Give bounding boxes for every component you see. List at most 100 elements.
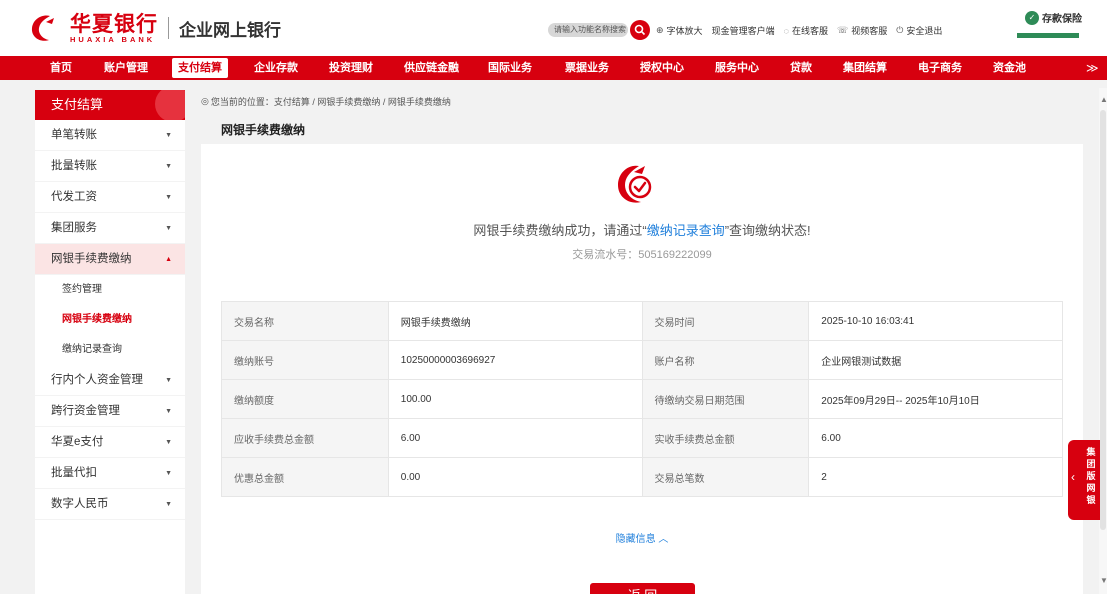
detail-value: 6.00 [808, 418, 1063, 458]
sidebar-item-personal-fund[interactable]: 行内个人资金管理 ▼ [35, 365, 185, 396]
caret-down-icon: ▼ [165, 194, 172, 201]
sidebar-item-label: 批量转账 [51, 160, 97, 172]
nav-ecommerce[interactable]: 电子商务 [918, 56, 962, 80]
sidebar-title-decoration [155, 90, 185, 120]
table-row: 缴纳账号 10250000003696927 账户名称 企业网银测试数据 [221, 340, 1063, 380]
scroll-down-icon[interactable]: ▼ [1100, 576, 1107, 585]
deposit-insurance-label: 存款保险 [1042, 14, 1082, 25]
top-links: ⊕ 字体放大 现金管理客户端 ◌ 在线客服 ☏ 视频客服 ⏻ 安全退出 [656, 24, 951, 37]
sidebar-subitem-payment-records[interactable]: 缴纳记录查询 [35, 335, 185, 365]
sidebar-item-group-service[interactable]: 集团服务 ▼ [35, 213, 185, 244]
breadcrumb-path[interactable]: 支付结算 / 网银手续费缴纳 / 网银手续费缴纳 [274, 95, 451, 108]
sidebar-item-label: 跨行资金管理 [51, 405, 120, 417]
sidebar-item-interbank-fund[interactable]: 跨行资金管理 ▼ [35, 396, 185, 427]
back-button[interactable]: 返 回 [590, 583, 695, 594]
chat-icon: ◌ [783, 25, 789, 36]
chevron-left-icon: ‹ [1071, 470, 1075, 484]
logo-en-text: HUAXIA BANK [70, 34, 156, 44]
bank-logo[interactable]: 华夏银行 HUAXIA BANK 企业网上银行 [28, 8, 281, 48]
nav-account[interactable]: 账户管理 [104, 56, 148, 80]
sidebar-item-ebank-fee[interactable]: 网银手续费缴纳 ▲ [35, 244, 185, 275]
font-zoom-link[interactable]: ⊕ 字体放大 [656, 24, 703, 37]
detail-value: 2025-10-10 16:03:41 [808, 301, 1063, 341]
sidebar-item-batch-transfer[interactable]: 批量转账 ▼ [35, 151, 185, 182]
location-pin-icon: ◎ [201, 96, 209, 106]
online-service-link[interactable]: ◌ 在线客服 [784, 24, 828, 37]
bank-logo-icon [31, 15, 54, 41]
sidebar: 支付结算 单笔转账 ▼ 批量转账 ▼ 代发工资 ▼ 集团服务 ▼ 网银手续费缴纳 ▲ 签约… [35, 90, 185, 594]
logo-cn-text: 华夏银行 [70, 10, 158, 36]
detail-value: 2 [808, 457, 1063, 497]
nav-loan[interactable]: 贷款 [790, 56, 812, 80]
sidebar-item-batch-debit[interactable]: 批量代扣 ▼ [35, 458, 185, 489]
nav-home[interactable]: 首页 [50, 56, 72, 80]
group-ebank-label: 集团版网银 [1086, 447, 1096, 505]
nav-deposit[interactable]: 企业存款 [254, 56, 298, 80]
nav-supply-chain[interactable]: 供应链金融 [404, 56, 459, 80]
app-title: 企业网上银行 [179, 20, 281, 40]
deposit-insurance-badge[interactable]: ✓ 存款保险 [1013, 10, 1093, 46]
hide-info-toggle[interactable]: 隐藏信息 ︿ [201, 530, 1083, 545]
sidebar-subitem-sign-mgmt[interactable]: 签约管理 [35, 275, 185, 305]
video-service-label: 视频客服 [851, 26, 888, 36]
zoom-icon: ⊕ [656, 25, 664, 35]
search-button[interactable] [630, 20, 650, 40]
main-nav: 首页 账户管理 支付结算 企业存款 投资理财 供应链金融 国际业务 票据业务 授… [0, 56, 1107, 80]
sidebar-item-single-transfer[interactable]: 单笔转账 ▼ [35, 120, 185, 151]
success-check-icon [618, 165, 652, 203]
detail-label: 待缴纳交易日期范围 [641, 379, 810, 419]
transaction-details-table: 交易名称 网银手续费缴纳 交易时间 2025-10-10 16:03:41 缴纳… [221, 301, 1063, 497]
detail-value: 0.00 [387, 457, 643, 497]
sidebar-title-text: 支付结算 [51, 97, 104, 112]
detail-label: 交易时间 [641, 301, 810, 341]
sidebar-subitem-fee-payment[interactable]: 网银手续费缴纳 [35, 305, 185, 335]
sidebar-item-digital-rmb[interactable]: 数字人民币 ▼ [35, 489, 185, 520]
function-search-input[interactable]: 请输入功能名称搜索 [548, 23, 628, 37]
page-title: 网银手续费缴纳 [221, 123, 306, 137]
detail-label: 缴纳额度 [221, 379, 389, 419]
nav-service[interactable]: 服务中心 [715, 56, 759, 80]
double-chevron-down-icon[interactable]: ≫ [1086, 56, 1099, 80]
logout-link[interactable]: ⏻ 安全退出 [896, 24, 942, 37]
payment-records-link[interactable]: 缴纳记录查询 [647, 223, 725, 238]
detail-value: 100.00 [387, 379, 643, 419]
table-row: 应收手续费总金额 6.00 实收手续费总金额 6.00 [221, 418, 1063, 458]
sidebar-item-label: 代发工资 [51, 191, 97, 203]
nav-cash-pool[interactable]: 资金池 [993, 56, 1026, 80]
logout-label: 安全退出 [906, 26, 943, 36]
sidebar-title: 支付结算 [35, 90, 185, 120]
nav-intl[interactable]: 国际业务 [488, 56, 532, 80]
nav-auth[interactable]: 授权中心 [640, 56, 684, 80]
nav-invest[interactable]: 投资理财 [329, 56, 373, 80]
nav-group-settle[interactable]: 集团结算 [843, 56, 887, 80]
sidebar-item-label: 网银手续费缴纳 [51, 253, 132, 265]
transaction-serial: 交易流水号：505169222099 [201, 246, 1083, 262]
detail-label: 优惠总金额 [221, 457, 389, 497]
caret-down-icon: ▼ [165, 439, 172, 446]
sidebar-item-e-pay[interactable]: 华夏e支付 ▼ [35, 427, 185, 458]
sidebar-item-label: 批量代扣 [51, 467, 97, 479]
sidebar-item-payroll[interactable]: 代发工资 ▼ [35, 182, 185, 213]
detail-label: 交易名称 [221, 301, 389, 341]
breadcrumb: ◎ 您当前的位置： 支付结算 / 网银手续费缴纳 / 网银手续费缴纳 [201, 95, 451, 108]
scrollbar-thumb[interactable] [1100, 110, 1106, 530]
video-service-link[interactable]: ☏ 视频客服 [837, 24, 887, 37]
scroll-up-icon[interactable]: ▲ [1100, 95, 1107, 104]
table-row: 优惠总金额 0.00 交易总笔数 2 [221, 457, 1063, 497]
detail-label: 账户名称 [641, 340, 810, 380]
sidebar-item-label: 数字人民币 [51, 498, 109, 510]
online-service-label: 在线客服 [791, 26, 828, 36]
detail-label: 交易总笔数 [641, 457, 810, 497]
sidebar-item-label: 集团服务 [51, 222, 97, 234]
caret-up-icon: ▲ [165, 256, 172, 263]
nav-payment[interactable]: 支付结算 [172, 58, 228, 78]
caret-down-icon: ▼ [165, 225, 172, 232]
breadcrumb-prefix: 您当前的位置： [210, 97, 274, 107]
cash-mgmt-client-label: 现金管理客户端 [711, 26, 775, 36]
group-ebank-tab[interactable]: ‹ 集团版网银 [1068, 440, 1100, 520]
cash-mgmt-client-link[interactable]: 现金管理客户端 [712, 24, 775, 37]
deposit-insurance-bar [1017, 33, 1079, 38]
detail-label: 应收手续费总金额 [221, 418, 389, 458]
nav-bills[interactable]: 票据业务 [565, 56, 609, 80]
success-message: 网银手续费缴纳成功，请通过“缴纳记录查询”查询缴纳状态! [201, 220, 1083, 239]
